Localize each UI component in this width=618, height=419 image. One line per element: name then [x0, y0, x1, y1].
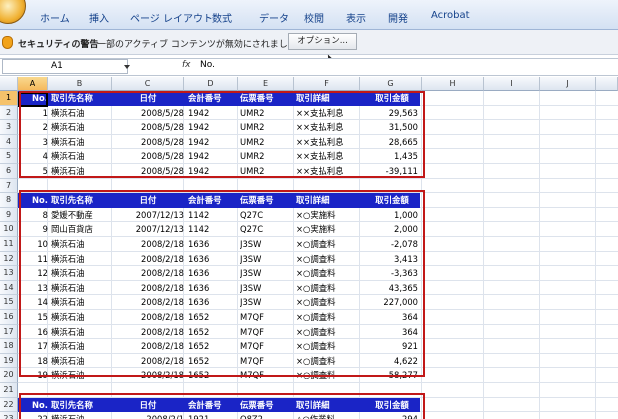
row-header-23[interactable]: 23 [0, 412, 18, 419]
row-header-8[interactable]: 8 [0, 193, 18, 208]
row-header-7[interactable]: 7 [0, 178, 18, 194]
name-box-dropdown-icon[interactable] [124, 65, 130, 69]
highlight-box-1 [19, 91, 425, 178]
options-button[interactable]: オプション... [288, 33, 357, 50]
column-header-b[interactable]: B [48, 77, 112, 91]
row-header-11[interactable]: 11 [0, 237, 18, 252]
row-header-5[interactable]: 5 [0, 149, 18, 164]
row-header-20[interactable]: 20 [0, 368, 18, 383]
office-button[interactable] [0, 0, 26, 24]
row-header-13[interactable]: 13 [0, 266, 18, 281]
column-header-i[interactable]: I [484, 77, 540, 91]
tab-formulas[interactable]: 数式 [212, 10, 232, 25]
row-header-21[interactable]: 21 [0, 383, 18, 398]
highlight-box-2 [19, 190, 425, 377]
column-header-c[interactable]: C [112, 77, 184, 91]
column-header-g[interactable]: G [360, 77, 422, 91]
row-header-6[interactable]: 6 [0, 164, 18, 179]
row-header-15[interactable]: 15 [0, 295, 18, 310]
gridline [539, 91, 540, 419]
row-header-22[interactable]: 22 [0, 397, 18, 413]
tab-page-layout[interactable]: ページ レイアウト [130, 10, 213, 25]
gridline [595, 91, 596, 419]
row-header-2[interactable]: 2 [0, 105, 18, 121]
security-warning-message: 一部のアクティブ コンテンツが無効にされました。 [97, 40, 306, 50]
security-warning-title: セキュリティの警告 [18, 40, 99, 50]
column-header-d[interactable]: D [184, 77, 238, 91]
gridline [483, 91, 484, 419]
highlight-box-3 [19, 393, 425, 419]
formula-input[interactable]: No. [200, 60, 215, 70]
tab-insert[interactable]: 挿入 [89, 10, 109, 25]
column-header-blank [596, 77, 618, 91]
row-header-14[interactable]: 14 [0, 280, 18, 296]
tab-data[interactable]: データ [259, 10, 289, 25]
column-header-f[interactable]: F [294, 77, 360, 91]
tab-developer[interactable]: 開発 [388, 10, 408, 25]
row-header-19[interactable]: 19 [0, 353, 18, 369]
row-header-9[interactable]: 9 [0, 207, 18, 223]
row-header-16[interactable]: 16 [0, 310, 18, 325]
tab-view[interactable]: 表示 [346, 10, 366, 25]
tab-review[interactable]: 校閲 [304, 10, 324, 25]
shield-icon [2, 36, 13, 49]
row-header-17[interactable]: 17 [0, 324, 18, 340]
name-box[interactable]: A1 [2, 59, 128, 74]
row-header-12[interactable]: 12 [0, 251, 18, 267]
tab-home[interactable]: ホーム [40, 10, 70, 25]
row-header-1[interactable]: 1 [0, 91, 18, 106]
worksheet-grid[interactable]: A B C D E F G H I J 1 2 3 4 5 6 7 8 9 10 11 12 13 14 1… [0, 77, 618, 419]
column-header-e[interactable]: E [238, 77, 294, 91]
column-header-a[interactable]: A [18, 77, 48, 91]
row-header-3[interactable]: 3 [0, 120, 18, 135]
column-header-h[interactable]: H [422, 77, 484, 91]
row-header-10[interactable]: 10 [0, 222, 18, 237]
column-header-j[interactable]: J [540, 77, 596, 91]
row-header-4[interactable]: 4 [0, 134, 18, 150]
tab-acrobat[interactable]: Acrobat [431, 10, 470, 21]
row-header-18[interactable]: 18 [0, 339, 18, 354]
fx-icon[interactable]: fx [182, 60, 191, 70]
select-all-corner[interactable] [0, 77, 18, 91]
ribbon: ホーム 挿入 ページ レイアウト 数式 データ 校閲 表示 開発 Acrobat [0, 0, 618, 30]
